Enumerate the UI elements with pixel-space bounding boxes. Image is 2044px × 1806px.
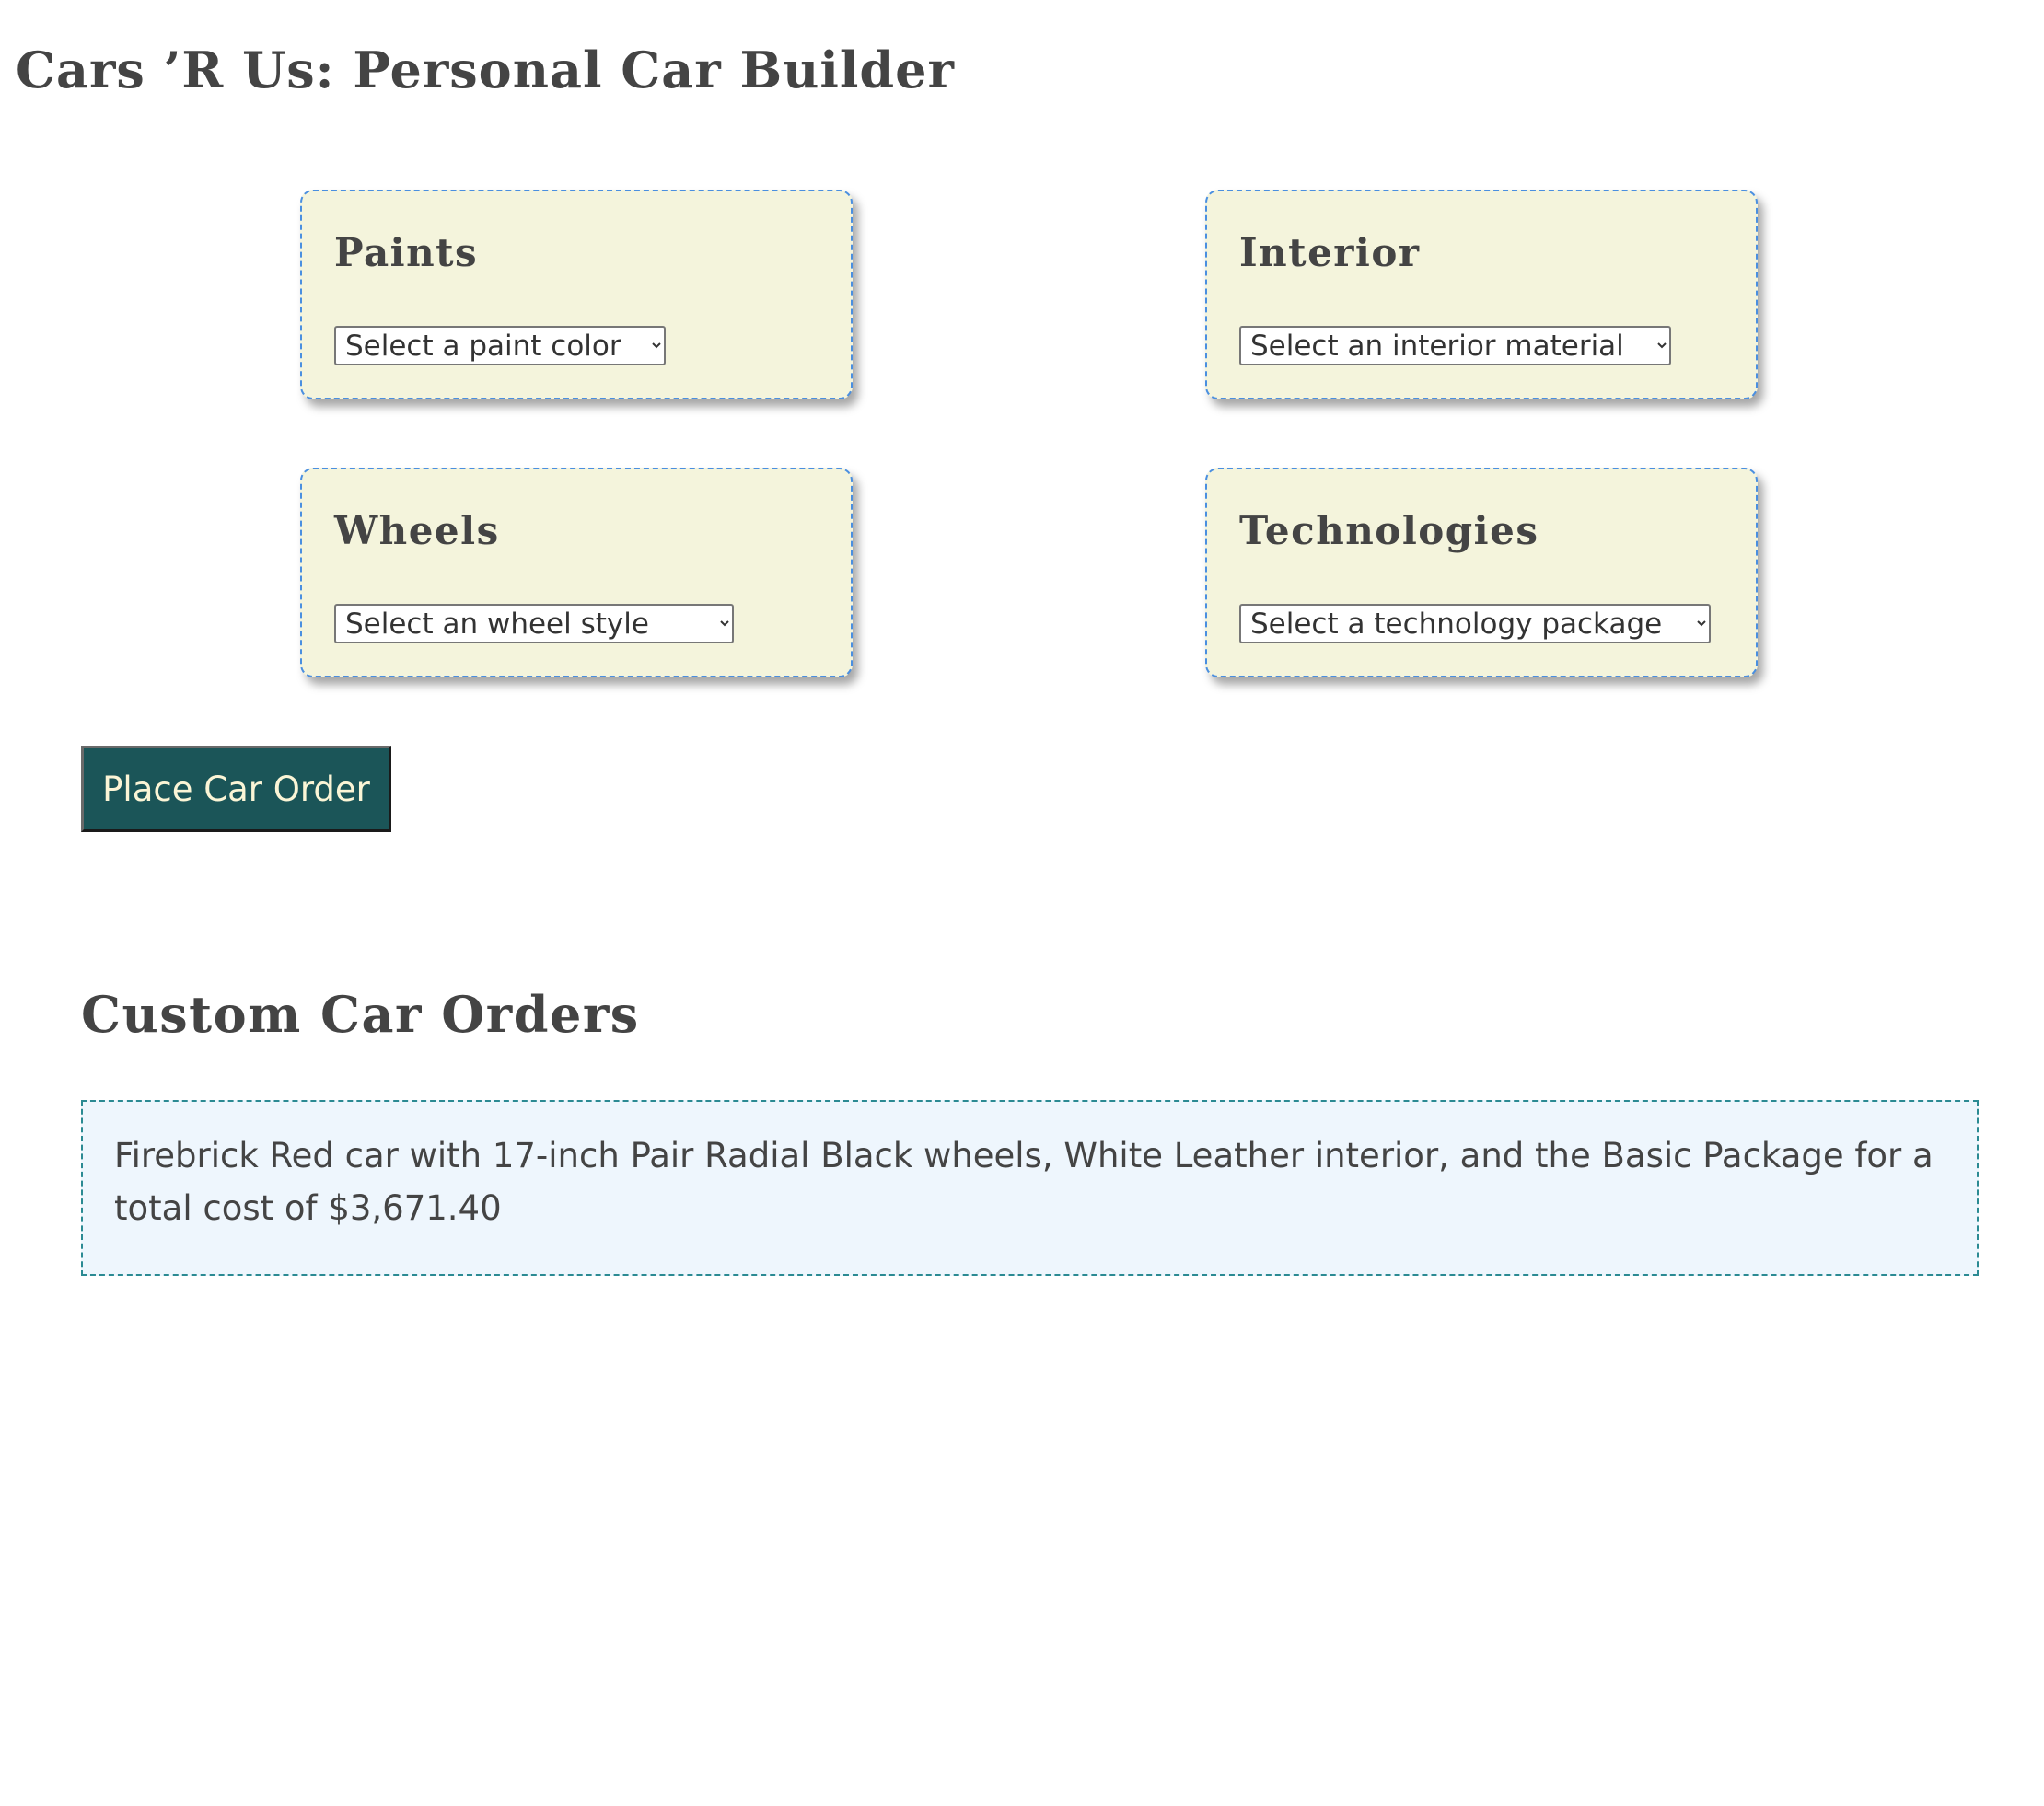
wheel-select[interactable]: Select an wheel style [334, 604, 734, 643]
technologies-heading: Technologies [1239, 508, 1539, 553]
place-car-order-button[interactable]: Place Car Order [81, 746, 391, 832]
paints-heading: Paints [334, 230, 479, 275]
orders-heading: Custom Car Orders [81, 985, 640, 1044]
orders-list: Firebrick Red car with 17-inch Pair Radi… [81, 1100, 1979, 1276]
paints-card: Paints Select a paint color [300, 190, 853, 399]
order-item: Firebrick Red car with 17-inch Pair Radi… [114, 1136, 1934, 1228]
technologies-card: Technologies Select a technology package [1205, 468, 1758, 677]
wheels-heading: Wheels [334, 508, 500, 553]
interior-card: Interior Select an interior material [1205, 190, 1758, 399]
technology-select[interactable]: Select a technology package [1239, 604, 1711, 643]
wheels-card: Wheels Select an wheel style [300, 468, 853, 677]
interior-heading: Interior [1239, 230, 1421, 275]
paint-select[interactable]: Select a paint color [334, 326, 666, 365]
page-title: Cars ’R Us: Personal Car Builder [16, 41, 955, 99]
interior-select[interactable]: Select an interior material [1239, 326, 1671, 365]
